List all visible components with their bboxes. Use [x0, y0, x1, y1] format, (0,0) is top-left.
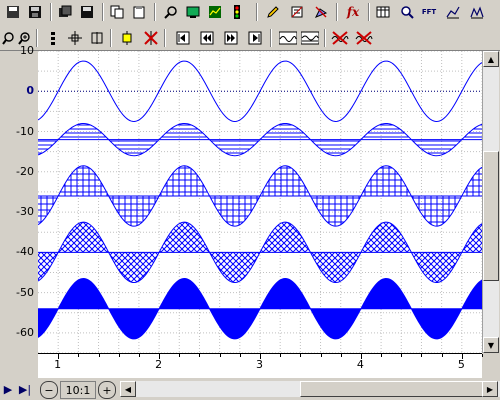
y-tick-label: -30 — [16, 205, 34, 219]
fft-icon[interactable]: FFT — [420, 3, 438, 21]
y-axis: 10 0 -10 -20 -30 -40 -50 -60 — [0, 44, 38, 378]
histogram-icon[interactable] — [468, 3, 486, 21]
plot-area[interactable] — [37, 50, 483, 354]
copy-icon[interactable] — [56, 3, 74, 21]
x-tick-label: 1 — [54, 358, 62, 371]
zoom-search-icon[interactable] — [398, 3, 416, 21]
zoom-ratio[interactable]: 10:1 — [60, 381, 96, 399]
y-tick-label: -10 — [16, 124, 34, 138]
table-icon[interactable] — [374, 3, 392, 21]
x-tick-mark — [199, 354, 201, 357]
plot-svg — [37, 50, 483, 354]
x-tick-mark — [300, 354, 302, 357]
save-as-icon[interactable] — [78, 3, 96, 21]
x-tick-mark — [280, 354, 282, 357]
wave-1-icon[interactable] — [278, 29, 298, 46]
zoom-out-button[interactable]: − — [40, 381, 58, 399]
marker-icon[interactable] — [66, 29, 83, 46]
edit-icon[interactable] — [264, 3, 282, 21]
x-tick-mark — [482, 354, 483, 357]
x-tick-mark — [340, 354, 342, 357]
play-icon[interactable]: ▶ — [0, 381, 16, 397]
x-tick-mark — [401, 354, 403, 357]
zoom-tool-icon[interactable] — [162, 3, 180, 21]
x-tick-mark — [260, 354, 261, 359]
x-tick-mark — [78, 354, 80, 357]
x-tick-mark — [179, 354, 181, 357]
x-tick-mark — [381, 354, 383, 357]
function-icon[interactable]: fx — [344, 3, 362, 21]
x-tick-label: 5 — [457, 358, 465, 371]
horizontal-scroll-thumb[interactable] — [300, 381, 495, 397]
x-tick-mark — [138, 354, 140, 357]
play-to-end-icon[interactable]: ▶| — [16, 381, 34, 397]
x-tick-mark — [360, 354, 362, 359]
zoom-in-out-icon[interactable] — [0, 29, 17, 46]
x-tick-mark — [320, 354, 322, 357]
x-tick-mark — [118, 354, 120, 357]
x-tick-mark — [421, 354, 423, 357]
prev-icon[interactable] — [198, 29, 215, 46]
x-tick-mark — [441, 354, 443, 357]
paint-icon[interactable] — [312, 3, 330, 21]
x-tick-mark — [58, 354, 60, 359]
traffic-light-icon[interactable] — [228, 3, 246, 21]
next-icon[interactable] — [222, 29, 239, 46]
scroll-down-icon[interactable]: ▼ — [483, 337, 499, 353]
vertical-scrollbar[interactable]: ▲ ▼ — [482, 51, 499, 353]
chart-icon[interactable] — [206, 3, 224, 21]
paste-icon[interactable] — [130, 3, 148, 21]
y-tick-label: -40 — [16, 245, 34, 259]
cursor-toolbar — [0, 26, 500, 51]
delete-wave-1-icon[interactable] — [330, 29, 350, 46]
line-chart-icon[interactable] — [444, 3, 462, 21]
x-tick-label: 3 — [256, 358, 263, 371]
x-tick-mark — [219, 354, 221, 357]
bottom-bar: ▶ ▶| − 10:1 + ◀ ▶ — [0, 378, 500, 400]
move-cursor-2-icon[interactable] — [118, 29, 135, 46]
notes-icon[interactable] — [288, 3, 306, 21]
x-tick-mark — [98, 354, 100, 357]
x-tick-label: 2 — [155, 358, 163, 371]
zoom-in-button[interactable]: + — [98, 381, 116, 399]
save-icon[interactable] — [26, 3, 44, 21]
delete-cursor-icon[interactable] — [142, 29, 159, 46]
scroll-right-icon[interactable]: ▶ — [482, 381, 498, 397]
x-tick-mark — [159, 354, 161, 359]
copy-clipboard-icon[interactable] — [108, 3, 126, 21]
vertical-bars-icon[interactable] — [44, 29, 61, 46]
x-axis: 1 2 3 4 5 — [38, 353, 483, 379]
y-tick-label: -60 — [16, 325, 34, 339]
y-tick-label: 10 — [20, 44, 34, 57]
x-tick-mark — [239, 354, 241, 357]
y-tick-label: -50 — [16, 285, 34, 299]
fft-label: FFT — [421, 7, 437, 16]
y-tick-label: 0 — [26, 84, 34, 98]
main-toolbar: fx FFT — [0, 0, 500, 27]
x-tick-mark — [461, 354, 463, 359]
vertical-scroll-thumb[interactable] — [483, 151, 499, 281]
scroll-left-icon[interactable]: ◀ — [120, 381, 136, 397]
move-cursor-icon[interactable] — [88, 29, 105, 46]
x-tick-label: 4 — [356, 358, 364, 371]
y-tick-label: -20 — [16, 164, 34, 178]
horizontal-scrollbar[interactable]: ◀ ▶ — [120, 381, 500, 397]
open-icon[interactable] — [4, 3, 22, 21]
chart-panel: 10 0 -10 -20 -30 -40 -50 -60 1 2 3 4 5 ▲ ▼ — [0, 44, 500, 379]
wave-2-icon[interactable] — [300, 29, 320, 46]
monitor-icon[interactable] — [184, 3, 202, 21]
first-icon[interactable] — [174, 29, 191, 46]
last-icon[interactable] — [246, 29, 263, 46]
scroll-up-icon[interactable]: ▲ — [483, 51, 499, 67]
delete-wave-2-icon[interactable] — [354, 29, 374, 46]
